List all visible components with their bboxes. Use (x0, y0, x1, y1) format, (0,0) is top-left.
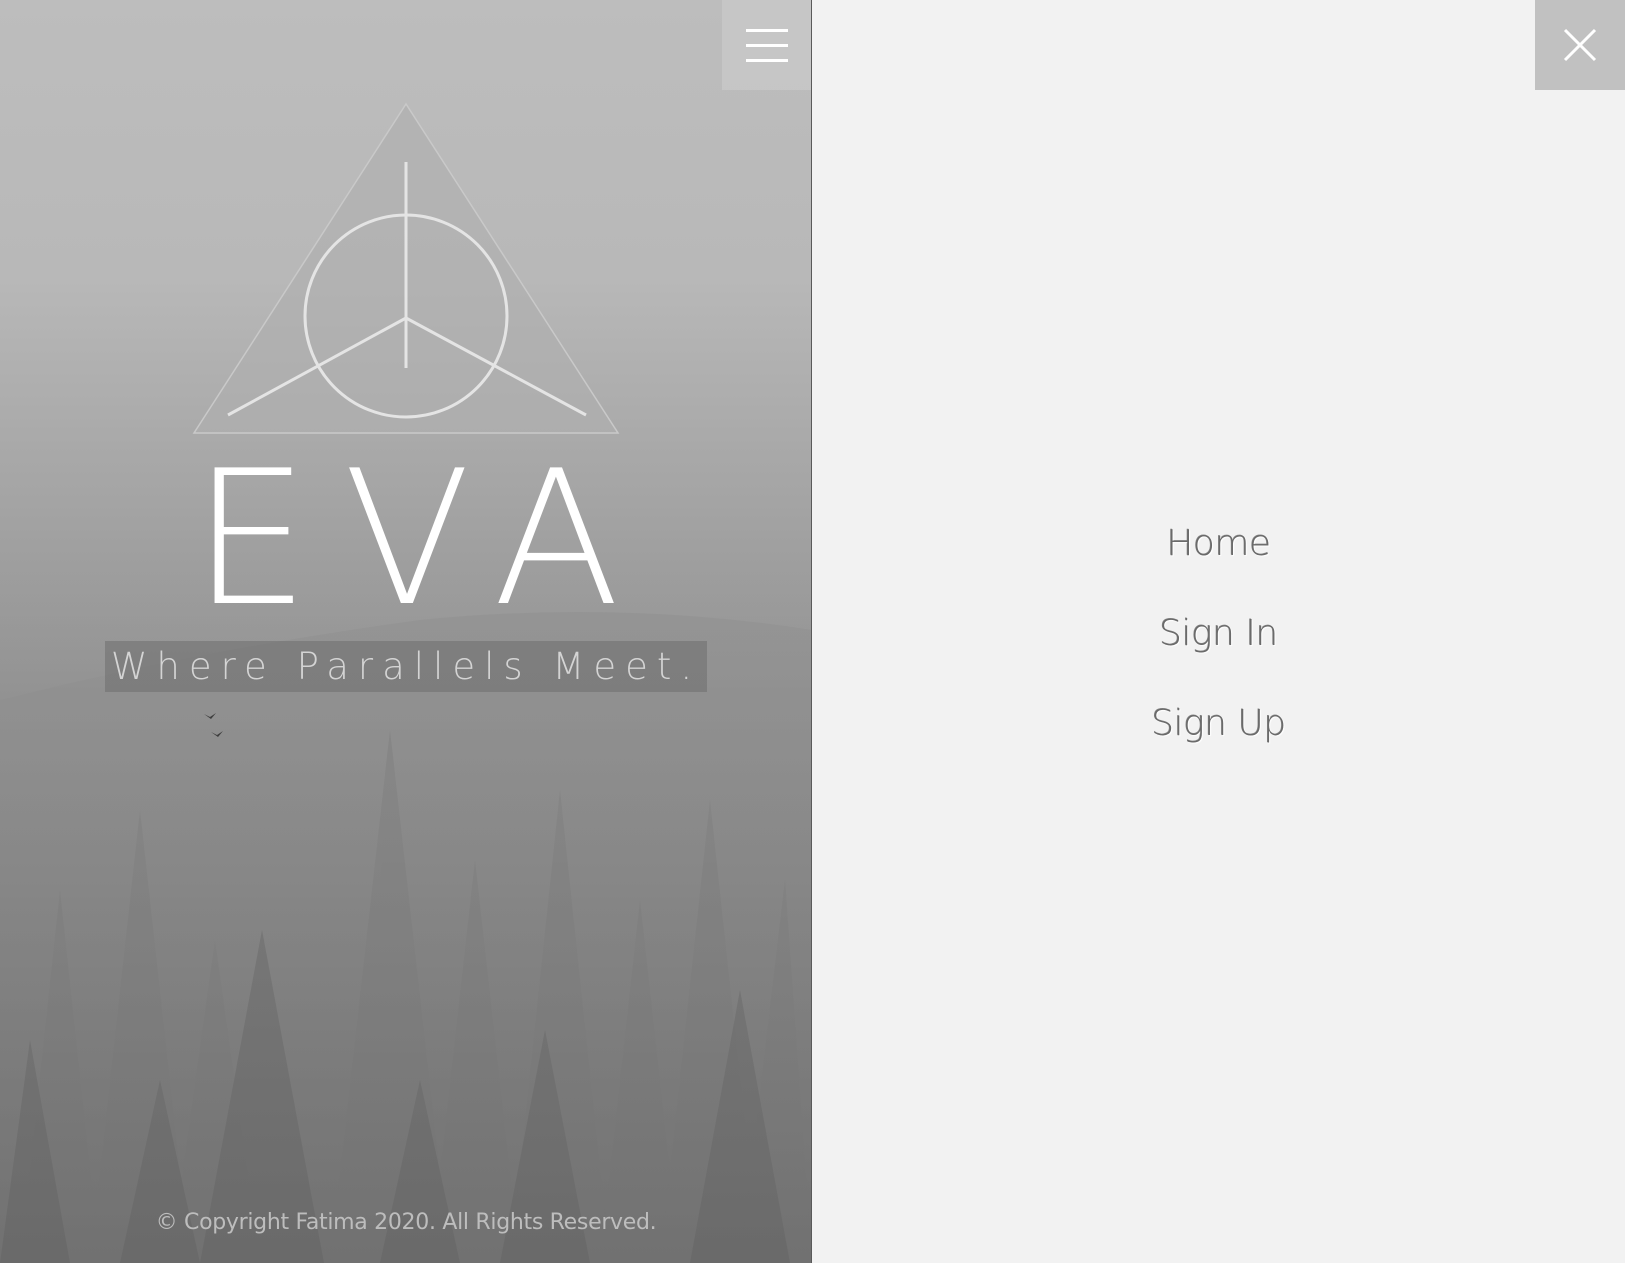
page: EVA Where Parallels Meet. © Copyright Fa… (0, 0, 1625, 1263)
hero-panel: EVA Where Parallels Meet. © Copyright Fa… (0, 0, 812, 1263)
menu-toggle-button[interactable] (722, 0, 811, 90)
hamburger-icon-line-top (746, 29, 788, 32)
tagline-text: Where Parallels Meet. (110, 645, 702, 688)
hamburger-icon-line-bottom (746, 59, 788, 62)
birds-icon (204, 713, 223, 737)
nav-link-sign-up[interactable]: Sign Up (1151, 703, 1286, 744)
nav-item-sign-in: Sign In (812, 605, 1625, 695)
nav-link-home[interactable]: Home (1166, 523, 1271, 564)
tagline-banner: Where Parallels Meet. (105, 641, 707, 692)
hamburger-icon-line-middle (746, 44, 788, 47)
close-icon (1563, 28, 1597, 62)
triangle-circle-logo-icon (192, 102, 620, 434)
close-menu-button[interactable] (1535, 0, 1625, 90)
navigation-list: Home Sign In Sign Up (812, 515, 1625, 785)
brand-name: EVA (191, 430, 655, 647)
nav-item-home: Home (812, 515, 1625, 605)
nav-link-sign-in[interactable]: Sign In (1159, 613, 1278, 654)
navigation-overlay: Home Sign In Sign Up (812, 0, 1625, 1263)
nav-item-sign-up: Sign Up (812, 695, 1625, 785)
copyright-text: © Copyright Fatima 2020. All Rights Rese… (155, 1210, 657, 1235)
